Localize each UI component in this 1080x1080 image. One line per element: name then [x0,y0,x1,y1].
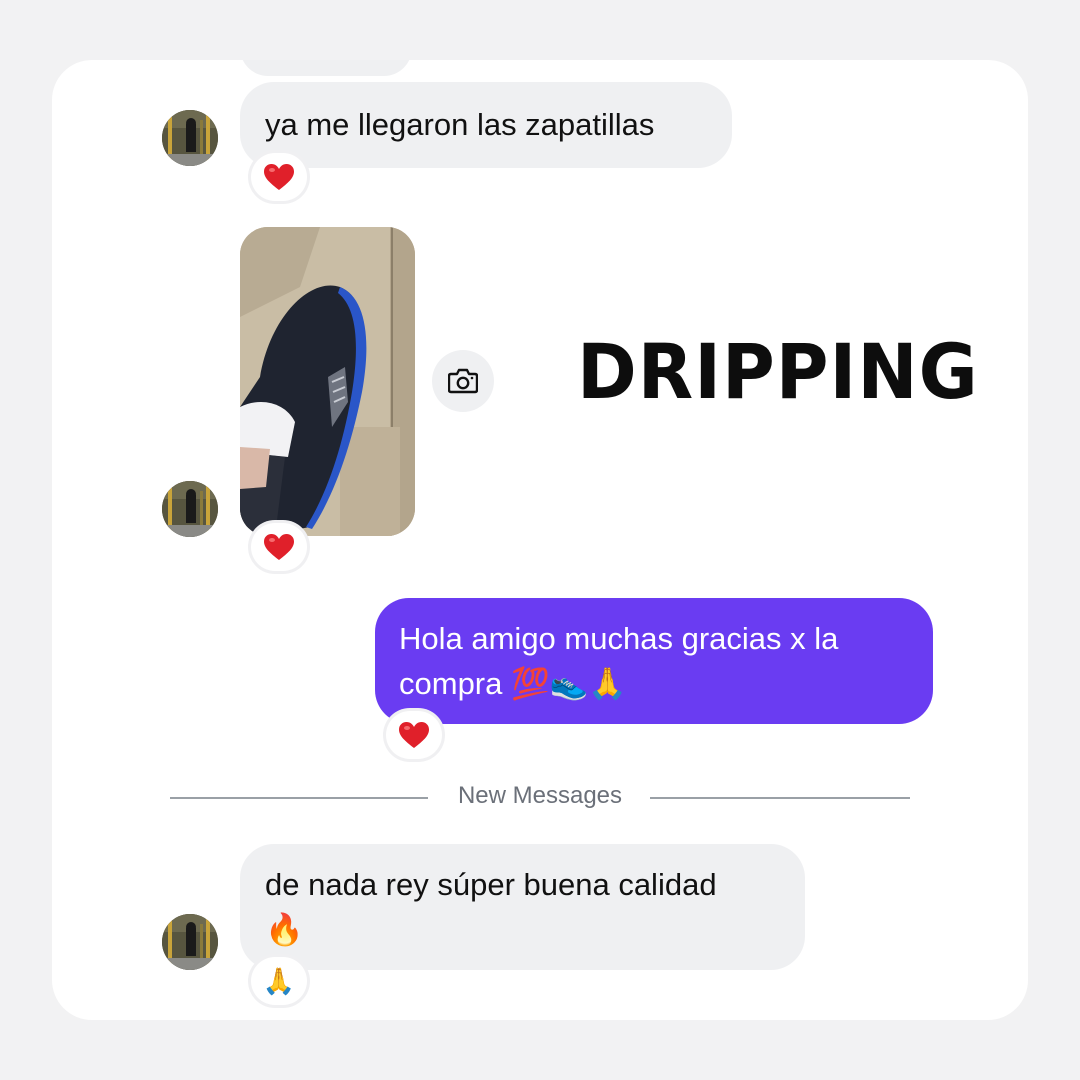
sender-avatar[interactable] [162,481,218,537]
reaction-heart[interactable] [251,523,307,571]
sender-avatar[interactable] [162,110,218,166]
heart-icon [399,721,429,748]
message-emoji: 🔥 [265,912,304,947]
shoe-photo[interactable] [240,227,415,536]
previous-message-bubble[interactable] [240,60,412,76]
heart-icon [264,163,294,190]
heart-icon [264,533,294,560]
message-bubble-incoming[interactable]: de nada rey súper buena calidad 🔥 [240,844,805,970]
message-emoji: 💯👟🙏 [511,666,627,701]
chat-card: ya me llegaron las zapatillas DRIPPING H… [52,60,1028,1020]
reaction-pray[interactable]: 🙏 [251,957,307,1005]
reaction-heart[interactable] [386,711,442,759]
message-bubble-outgoing[interactable]: Hola amigo muchas gracias x la compra 💯👟… [375,598,933,724]
new-messages-divider: New Messages [170,782,910,810]
message-bubble-incoming[interactable]: ya me llegaron las zapatillas [240,82,732,168]
camera-button[interactable] [432,350,494,412]
message-text: ya me llegaron las zapatillas [265,107,655,142]
pray-icon: 🙏 [262,965,296,996]
overlay-caption: DRIPPING [577,327,979,417]
sender-avatar[interactable] [162,914,218,970]
message-text: de nada rey súper buena calidad [265,867,717,902]
message-text: Hola amigo muchas gracias x la [399,621,839,656]
reaction-heart[interactable] [251,153,307,201]
message-text-line-2: compra 💯👟🙏 [399,666,627,701]
camera-icon [448,368,478,394]
